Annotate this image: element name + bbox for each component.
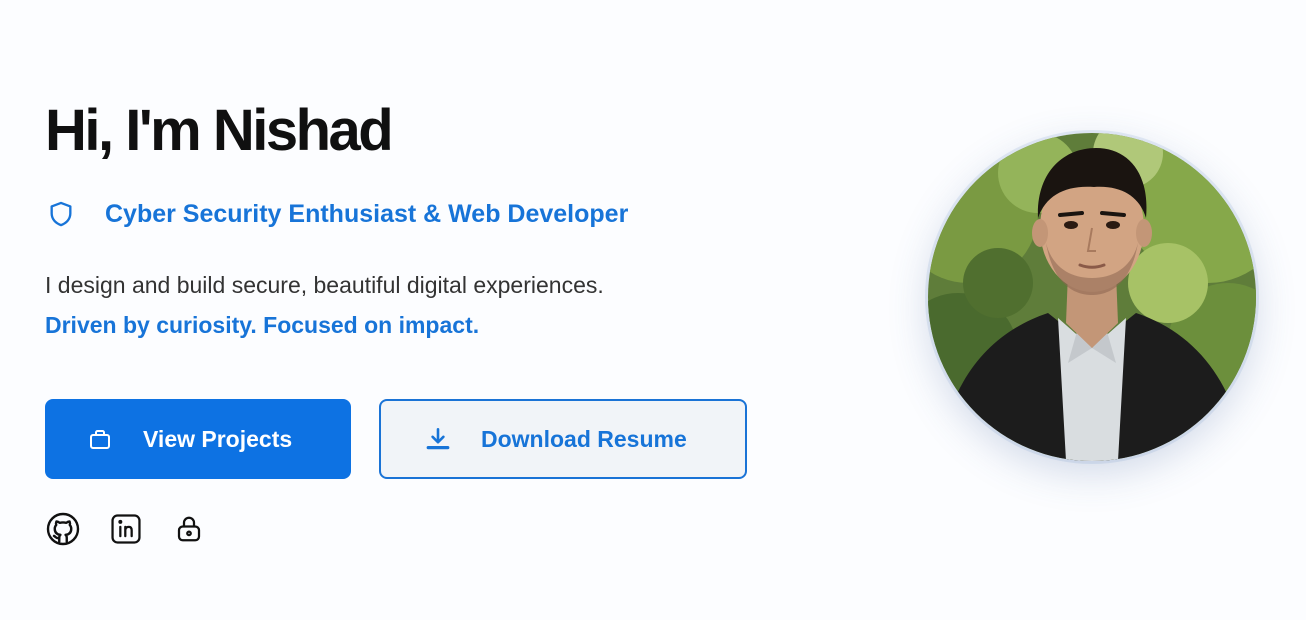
- view-projects-button[interactable]: View Projects: [45, 399, 351, 479]
- lock-icon: [174, 513, 204, 550]
- hero-tagline: Driven by curiosity. Focused on impact.: [45, 312, 480, 338]
- linkedin-icon: [109, 512, 143, 551]
- hero-section: Hi, I'm Nishad Cyber Security Enthusiast…: [0, 0, 1306, 620]
- profile-photo: [928, 133, 1256, 461]
- security-link[interactable]: [171, 513, 207, 549]
- hero-title: Hi, I'm Nishad: [45, 98, 394, 163]
- role-line: Cyber Security Enthusiast & Web Develope…: [45, 196, 805, 232]
- download-resume-button[interactable]: Download Resume: [379, 399, 747, 479]
- github-icon: [45, 511, 81, 552]
- download-icon: [425, 426, 451, 452]
- hero-content: Hi, I'm Nishad Cyber Security Enthusiast…: [45, 100, 805, 549]
- role-text: Cyber Security Enthusiast & Web Develope…: [105, 199, 629, 228]
- briefcase-icon: [87, 426, 113, 452]
- view-projects-label: View Projects: [143, 425, 293, 452]
- social-links: [45, 511, 805, 552]
- hero-description: I design and build secure, beautiful dig…: [45, 272, 604, 298]
- github-link[interactable]: [45, 511, 81, 552]
- hero-actions: View Projects Download Resume: [45, 399, 805, 479]
- linkedin-link[interactable]: [108, 513, 144, 549]
- shield-icon: [45, 198, 77, 230]
- download-resume-label: Download Resume: [481, 425, 687, 452]
